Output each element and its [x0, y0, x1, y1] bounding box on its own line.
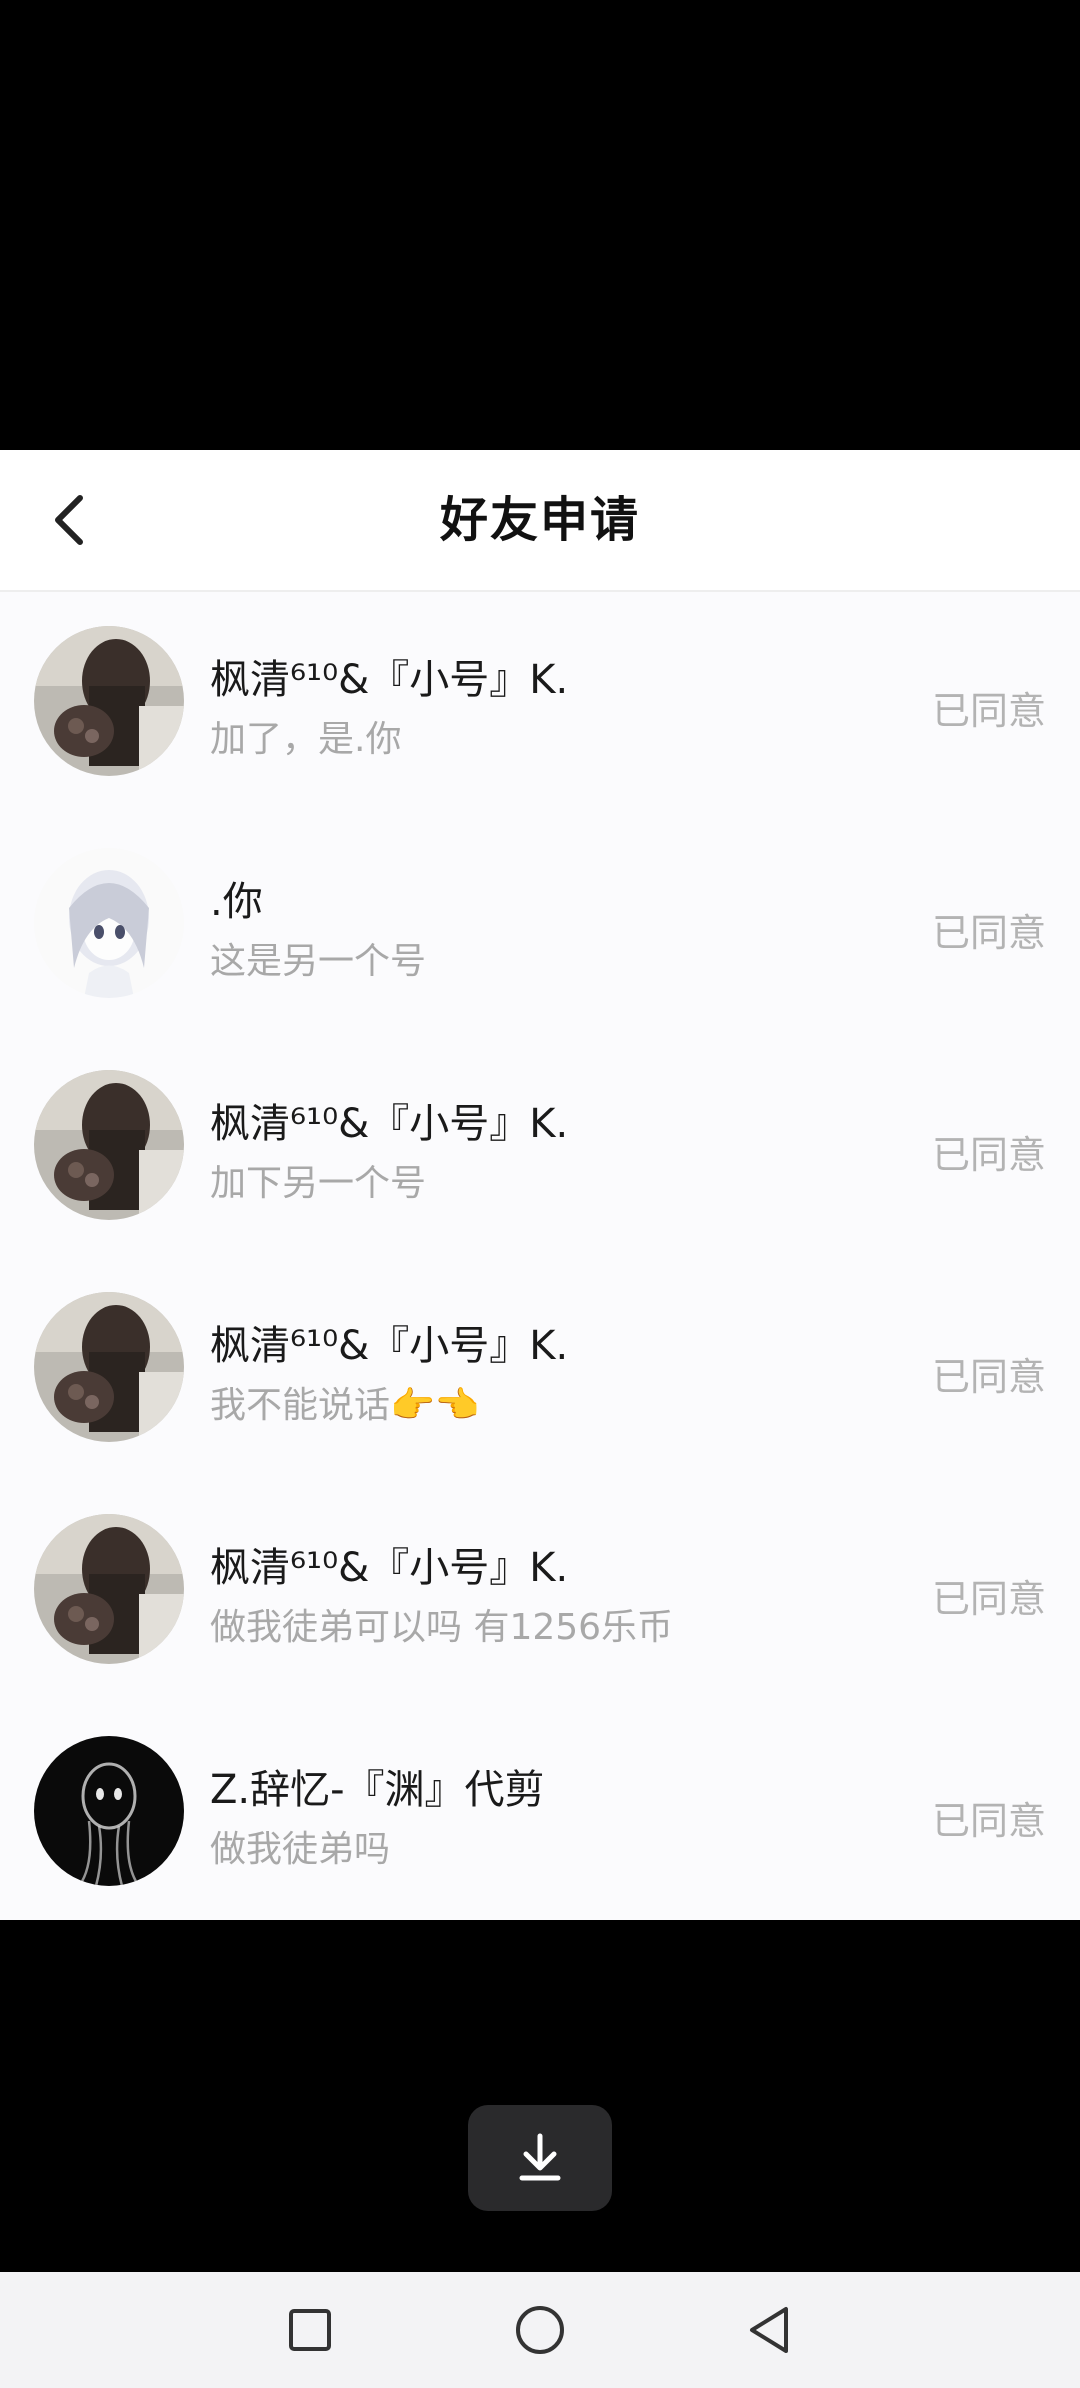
sender-name: Z.辞忆-『渊』代剪	[210, 1767, 545, 1813]
request-row[interactable]: Z.辞忆-『渊』代剪 做我徒弟吗 已同意	[0, 1702, 1080, 1920]
status-label: 已同意	[931, 1799, 1046, 1843]
request-list: 枫清⁶¹⁰&『小号』K. 加了，是.你 已同意 .你 这是另一个号 已同意 枫清…	[0, 592, 1080, 1920]
girl-with-flowers-avatar[interactable]	[34, 1292, 184, 1442]
sender-name: 枫清⁶¹⁰&『小号』K.	[210, 657, 569, 703]
status-label: 已同意	[931, 1577, 1046, 1621]
sender-name: 枫清⁶¹⁰&『小号』K.	[210, 1101, 569, 1147]
request-row[interactable]: 枫清⁶¹⁰&『小号』K. 加下另一个号 已同意	[0, 1036, 1080, 1258]
request-message: 做我徒弟吗	[210, 1829, 391, 1870]
request-message: 加了，是.你	[210, 719, 402, 760]
request-message: 做我徒弟可以吗 有1256乐币	[210, 1607, 674, 1648]
screen: 好友申请 枫清⁶¹⁰&『小号』K. 加了，是.你 已同意 .你 这是另一个号 已…	[0, 0, 1080, 2388]
circle-home-icon	[516, 2306, 564, 2354]
download-button[interactable]	[468, 2105, 612, 2211]
recents-button[interactable]	[282, 2302, 338, 2358]
friend-request-panel: 好友申请 枫清⁶¹⁰&『小号』K. 加了，是.你 已同意 .你 这是另一个号 已…	[0, 450, 1080, 1920]
girl-with-flowers-avatar[interactable]	[34, 626, 184, 776]
system-nav-bar	[0, 2272, 1080, 2388]
request-message: 我不能说话👉👈	[210, 1385, 480, 1426]
home-button[interactable]	[512, 2302, 568, 2358]
anime-girl-avatar[interactable]	[34, 848, 184, 998]
nav-back-button[interactable]	[742, 2302, 798, 2358]
square-recents-icon	[289, 2309, 331, 2351]
status-label: 已同意	[931, 689, 1046, 733]
request-row[interactable]: 枫清⁶¹⁰&『小号』K. 加了，是.你 已同意	[0, 592, 1080, 814]
status-label: 已同意	[931, 1355, 1046, 1399]
top-letterbox	[0, 0, 1080, 450]
status-label: 已同意	[931, 1133, 1046, 1177]
triangle-back-icon	[750, 2307, 788, 2353]
ghost-figure-avatar[interactable]	[34, 1736, 184, 1886]
request-message: 这是另一个号	[210, 941, 427, 982]
back-button[interactable]	[40, 490, 100, 550]
sender-name: 枫清⁶¹⁰&『小号』K.	[210, 1545, 569, 1591]
request-row[interactable]: .你 这是另一个号 已同意	[0, 814, 1080, 1036]
header-bar: 好友申请	[0, 450, 1080, 592]
girl-with-flowers-avatar[interactable]	[34, 1070, 184, 1220]
sender-name: 枫清⁶¹⁰&『小号』K.	[210, 1323, 569, 1369]
download-icon	[519, 2133, 561, 2181]
sender-name: .你	[210, 879, 263, 925]
girl-with-flowers-avatar[interactable]	[34, 1514, 184, 1664]
request-message: 加下另一个号	[210, 1163, 427, 1204]
request-row[interactable]: 枫清⁶¹⁰&『小号』K. 做我徒弟可以吗 有1256乐币 已同意	[0, 1480, 1080, 1702]
request-row[interactable]: 枫清⁶¹⁰&『小号』K. 我不能说话👉👈 已同意	[0, 1258, 1080, 1480]
page-title: 好友申请	[439, 492, 640, 548]
chevron-left-icon	[55, 495, 83, 545]
status-label: 已同意	[931, 911, 1046, 955]
